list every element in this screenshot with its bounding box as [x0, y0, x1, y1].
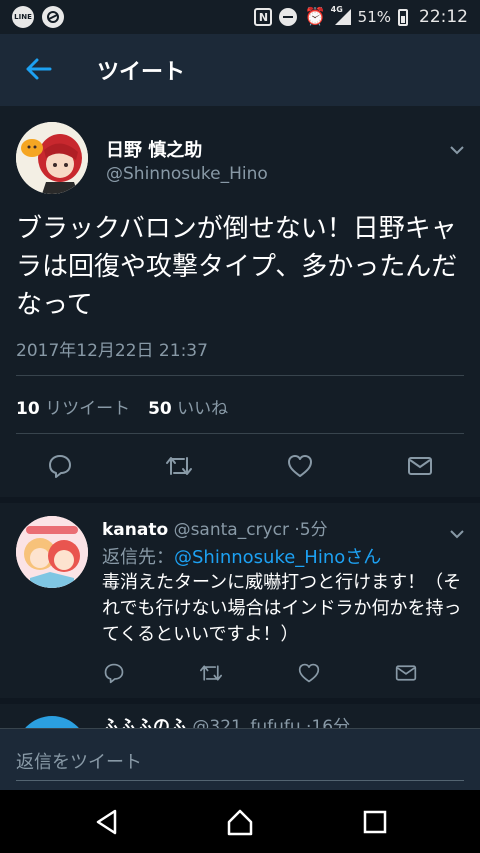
- like-icon[interactable]: [293, 658, 325, 688]
- like-stat[interactable]: 50 いいね: [148, 394, 228, 419]
- divider: [16, 433, 464, 434]
- reply-icon[interactable]: [98, 658, 130, 688]
- back-triangle-icon[interactable]: [92, 807, 122, 837]
- tweet-actions: [0, 448, 480, 484]
- do-not-disturb-icon: [279, 8, 298, 26]
- divider: [16, 375, 464, 376]
- reply-time: 5分: [299, 520, 328, 540]
- battery-icon: [398, 8, 408, 26]
- author-handle[interactable]: @Shinnosuke_Hino: [106, 164, 268, 184]
- reply-to: 返信先：@Shinnosuke_Hinoさん: [102, 543, 381, 569]
- reply-header: kanato @santa_crycr ·5分: [102, 515, 328, 540]
- like-count: 50: [148, 399, 172, 419]
- app-header: ツイート: [0, 34, 480, 106]
- avatar[interactable]: [16, 516, 88, 588]
- signal-icon: 4G: [331, 5, 351, 25]
- nfc-icon: N: [254, 8, 273, 26]
- recent-apps-icon[interactable]: [360, 807, 390, 837]
- retweet-icon[interactable]: [163, 448, 195, 484]
- page-title: ツイート: [97, 60, 186, 85]
- tweet-text: ブラックバロンが倒せない！日野キャラは回復や攻撃タイプ、多かったんだなって: [16, 214, 458, 320]
- reply-author-handle[interactable]: @santa_crycr: [174, 520, 289, 540]
- retweet-stat[interactable]: 10 リツイート: [16, 394, 130, 419]
- home-icon[interactable]: [225, 807, 255, 837]
- avatar[interactable]: [16, 122, 88, 194]
- reply-text: 毒消えたターンに威嚇打つと行けます！（それでも行けない場合はインドラか何かを持っ…: [102, 572, 462, 645]
- reply-icon[interactable]: [44, 448, 76, 484]
- share-icon[interactable]: [390, 658, 422, 688]
- reply-to-label: 返信先：: [102, 547, 174, 568]
- reply-author-name[interactable]: kanato: [102, 520, 168, 540]
- chevron-down-icon[interactable]: [449, 140, 465, 155]
- retweet-count: 10: [16, 399, 40, 419]
- clock: 22:12: [419, 7, 468, 27]
- like-label: いいね: [177, 399, 229, 419]
- tweet-author: 日野 慎之助 @Shinnosuke_Hino: [0, 106, 480, 196]
- author-name[interactable]: 日野 慎之助: [106, 136, 202, 162]
- reply-composer: [0, 728, 480, 790]
- battery-percent: 51%: [357, 8, 391, 26]
- reply-input[interactable]: [16, 745, 464, 781]
- line-app-icon: LINE: [12, 6, 34, 28]
- like-icon[interactable]: [284, 448, 316, 484]
- network-type-label: 4G: [330, 5, 343, 14]
- reply-actions: [0, 658, 480, 688]
- tweet-stats: 10 リツイート 50 いいね: [16, 394, 228, 419]
- chevron-down-icon[interactable]: [449, 524, 465, 539]
- reply-to-mention[interactable]: @Shinnosuke_Hinoさん: [174, 547, 381, 568]
- status-bar: LINE N ⏰ 4G 51% 22:12: [0, 0, 480, 34]
- notification-app-icon: [42, 6, 64, 28]
- alarm-icon: ⏰: [304, 7, 326, 27]
- tweet-timestamp: 2017年12月22日 21:37: [16, 341, 208, 361]
- retweet-icon[interactable]: [195, 658, 227, 688]
- retweet-label: リツイート: [45, 399, 131, 419]
- system-nav-bar: [0, 790, 480, 853]
- share-icon[interactable]: [404, 448, 436, 484]
- reply-item[interactable]: kanato @santa_crycr ·5分 返信先：@Shinnosuke_…: [0, 500, 480, 696]
- arrow-left-icon[interactable]: [24, 54, 52, 84]
